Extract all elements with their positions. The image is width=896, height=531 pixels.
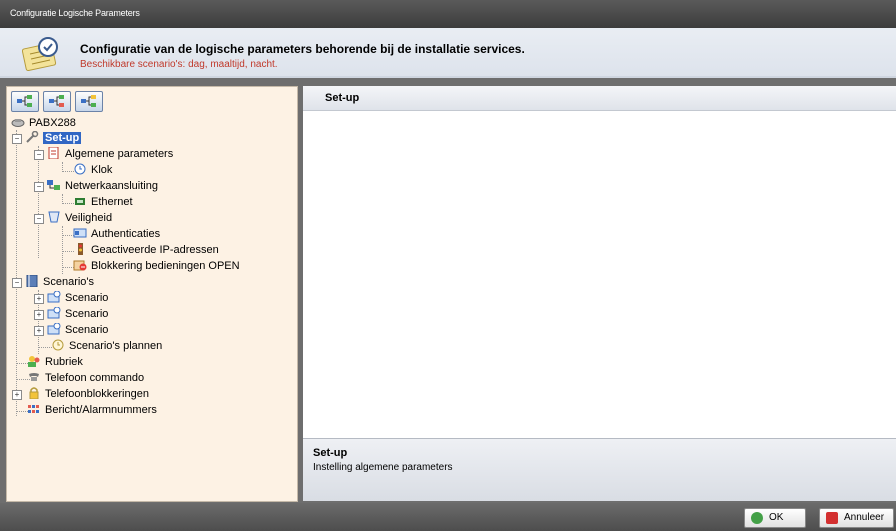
cancel-button[interactable]: Annuleer bbox=[819, 508, 894, 528]
expand-toggle[interactable]: + bbox=[34, 310, 44, 320]
document-icon bbox=[47, 146, 61, 160]
tree-item-label: Veiligheid bbox=[65, 212, 113, 224]
lock-icon bbox=[27, 387, 41, 400]
tree-item-scenario[interactable]: Scenario bbox=[47, 306, 108, 322]
tree-item-scenarios[interactable]: Scenario's bbox=[25, 274, 94, 290]
tree-item-bericht-alarmnummers[interactable]: Bericht/Alarmnummers bbox=[27, 402, 157, 418]
close-icon bbox=[826, 512, 838, 524]
tree-item-label: Klok bbox=[91, 164, 113, 176]
clock-icon bbox=[73, 163, 87, 175]
header-banner: Configuratie van de logische parameters … bbox=[0, 28, 896, 78]
tree-item-label: Ethernet bbox=[91, 196, 133, 208]
tree-add-icon bbox=[81, 95, 97, 107]
tree-item-label: Scenario bbox=[65, 324, 109, 336]
tree-panel: PABX288 − Set-up − Algemene parameters K… bbox=[6, 86, 298, 502]
shield-icon bbox=[47, 211, 61, 223]
scenario-icon bbox=[47, 290, 61, 303]
collapse-toggle[interactable]: − bbox=[12, 134, 22, 144]
tree-item-label: Set-up bbox=[43, 132, 82, 144]
tree-item-label: Blokkering bedieningen OPEN bbox=[91, 260, 240, 272]
tree-icon bbox=[17, 95, 32, 107]
window-title: Configuratie Logische Parameters bbox=[10, 8, 140, 18]
tree-collapse-button[interactable] bbox=[11, 91, 39, 112]
tree-toolbar bbox=[11, 91, 104, 112]
tree-item-veiligheid[interactable]: Veiligheid bbox=[47, 210, 112, 226]
pabx-icon bbox=[11, 116, 25, 128]
tree-item-telefoon-commando[interactable]: Telefoon commando bbox=[27, 370, 144, 386]
title-bar: Configuratie Logische Parameters bbox=[0, 0, 896, 28]
tree-item-scenarios-plannen[interactable]: Scenario's plannen bbox=[51, 338, 162, 354]
tree-expand-button[interactable] bbox=[43, 91, 72, 112]
check-icon bbox=[751, 512, 763, 524]
tree-item-label: Netwerkaansluiting bbox=[65, 180, 158, 192]
tree-item-label: Scenario bbox=[65, 308, 109, 320]
tree-item-root[interactable]: PABX288 bbox=[11, 115, 76, 131]
cancel-label: Annuleer bbox=[844, 512, 885, 523]
content-frame: PABX288 − Set-up − Algemene parameters K… bbox=[0, 78, 896, 503]
expand-toggle[interactable]: + bbox=[12, 390, 22, 400]
tree-item-label: Scenario's bbox=[43, 276, 95, 288]
scenario-icon bbox=[47, 322, 61, 335]
tree-item-label: Scenario bbox=[65, 292, 109, 304]
header-subtitle: Beschikbare scenario's: dag, maaltijd, n… bbox=[80, 59, 278, 70]
checklist-icon bbox=[22, 37, 58, 72]
tree-item-label: PABX288 bbox=[29, 117, 76, 129]
calendar-clock-icon bbox=[51, 339, 65, 351]
bottom-bar: OK Annuleer bbox=[0, 503, 896, 531]
tree-item-label: Scenario's plannen bbox=[69, 340, 163, 352]
tree-add-button[interactable] bbox=[75, 91, 104, 112]
contacts-icon bbox=[27, 355, 41, 367]
tree-item-label: Telefoonblokkeringen bbox=[45, 388, 149, 400]
traffic-light-icon bbox=[73, 243, 87, 255]
ok-button[interactable]: OK bbox=[744, 508, 806, 528]
collapse-toggle[interactable]: − bbox=[34, 214, 44, 224]
collapse-toggle[interactable]: − bbox=[34, 150, 44, 160]
tree-item-telefoonblokkeringen[interactable]: Telefoonblokkeringen bbox=[27, 386, 149, 402]
tree-item-klok[interactable]: Klok bbox=[73, 162, 112, 178]
tree-item-label: Algemene parameters bbox=[65, 148, 174, 160]
tree-item-ethernet[interactable]: Ethernet bbox=[73, 194, 133, 210]
wrench-icon bbox=[25, 130, 39, 143]
ok-label: OK bbox=[769, 512, 784, 523]
tree-item-rubriek[interactable]: Rubriek bbox=[27, 354, 83, 370]
book-icon bbox=[25, 274, 39, 288]
detail-panel-title: Set-up bbox=[325, 92, 360, 104]
tree-item-label: Geactiveerde IP-adressen bbox=[91, 244, 219, 256]
tree-item-scenario[interactable]: Scenario bbox=[47, 322, 108, 338]
tree-item-label: Authenticaties bbox=[91, 228, 161, 240]
description-text: Instelling algemene parameters bbox=[313, 462, 453, 473]
expand-toggle[interactable]: + bbox=[34, 294, 44, 304]
block-icon bbox=[73, 259, 87, 271]
scenario-icon bbox=[47, 306, 61, 319]
id-card-icon bbox=[73, 227, 87, 239]
collapse-toggle[interactable]: − bbox=[12, 278, 22, 288]
header-title: Configuratie van de logische parameters … bbox=[80, 42, 525, 56]
collapse-toggle[interactable]: − bbox=[34, 182, 44, 192]
phone-icon bbox=[27, 371, 41, 383]
description-box: Set-up Instelling algemene parameters bbox=[303, 438, 896, 501]
tree-expand-icon bbox=[49, 95, 65, 107]
tree-item-setup[interactable]: Set-up bbox=[25, 130, 82, 146]
description-title: Set-up bbox=[313, 447, 348, 459]
ethernet-icon bbox=[73, 195, 87, 207]
tree-item-authenticaties[interactable]: Authenticaties bbox=[73, 226, 160, 242]
network-icon bbox=[47, 179, 61, 191]
tree-item-netwerkaansluiting[interactable]: Netwerkaansluiting bbox=[47, 178, 158, 194]
tree-item-label: Bericht/Alarmnummers bbox=[45, 404, 157, 416]
tree-item-algemene-parameters[interactable]: Algemene parameters bbox=[47, 146, 173, 162]
detail-panel: Set-up Set-up Instelling algemene parame… bbox=[303, 86, 896, 501]
tree-item-blokkering[interactable]: Blokkering bedieningen OPEN bbox=[73, 258, 240, 274]
tree-item-label: Telefoon commando bbox=[45, 372, 145, 384]
tree-item-ip-adressen[interactable]: Geactiveerde IP-adressen bbox=[73, 242, 219, 258]
keypad-icon bbox=[27, 403, 41, 415]
tree-item-scenario[interactable]: Scenario bbox=[47, 290, 108, 306]
detail-panel-header: Set-up bbox=[303, 86, 896, 111]
expand-toggle[interactable]: + bbox=[34, 326, 44, 336]
tree-item-label: Rubriek bbox=[45, 356, 83, 368]
